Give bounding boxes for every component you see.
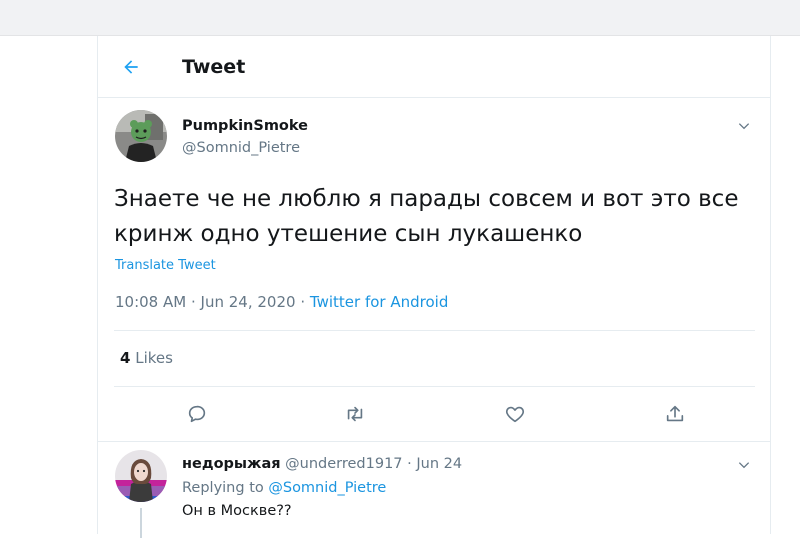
- meta-separator: ·: [407, 456, 412, 472]
- divider: [114, 330, 755, 331]
- tweet-text-line: Знаете че не люблю я парады совсем и вот…: [114, 186, 739, 212]
- chevron-down-icon: [738, 462, 750, 469]
- chevron-down-icon: [738, 123, 750, 130]
- likes-count-link[interactable]: 4 Likes: [120, 349, 173, 367]
- tweet-time[interactable]: 10:08 AM: [115, 293, 186, 311]
- reply-author-handle[interactable]: @underred1917: [285, 456, 402, 472]
- tweet-meta: 10:08 AM · Jun 24, 2020 · Twitter for An…: [115, 293, 448, 311]
- likes-count: 4: [120, 349, 131, 367]
- replying-to-mention[interactable]: @Somnid_Pietre: [268, 480, 386, 496]
- author-handle[interactable]: @Somnid_Pietre: [182, 140, 300, 156]
- share-icon: [666, 405, 684, 422]
- replying-to: Replying to @Somnid_Pietre: [182, 480, 386, 496]
- reply-button[interactable]: [183, 400, 211, 428]
- replying-to-label: Replying to: [182, 480, 264, 496]
- browser-top-bar: [0, 0, 800, 36]
- meta-separator: ·: [190, 293, 196, 311]
- tweet-text-line: кринж одно утешение сын лукашенко: [114, 221, 583, 247]
- divider: [98, 441, 770, 442]
- translate-tweet-link[interactable]: Translate Tweet: [115, 258, 216, 273]
- divider: [114, 386, 755, 387]
- meta-separator: ·: [300, 293, 306, 311]
- tweet-options-button[interactable]: [734, 116, 754, 136]
- author-name[interactable]: PumpkinSmoke: [182, 118, 308, 134]
- back-button[interactable]: [118, 54, 144, 80]
- reply-options-button[interactable]: [734, 455, 754, 475]
- tweet-column: Tweet PumpkinSmoke @Somnid_Pietre Знаете…: [97, 36, 771, 538]
- reply-header: недорыжая @underred1917 · Jun 24: [182, 456, 462, 472]
- page-header: Tweet: [98, 36, 770, 98]
- like-button[interactable]: [501, 400, 529, 428]
- page-title: Tweet: [182, 56, 246, 78]
- tweet-source-link[interactable]: Twitter for Android: [310, 293, 448, 311]
- arrow-left-icon: [124, 60, 138, 74]
- author-avatar[interactable]: [115, 110, 167, 162]
- tweet-text: Знаете че не люблю я парады совсем и вот…: [114, 182, 754, 252]
- reply-icon: [188, 405, 206, 423]
- share-button[interactable]: [661, 400, 689, 428]
- retweet-button[interactable]: [341, 400, 369, 428]
- reply-avatar[interactable]: [115, 450, 167, 502]
- likes-label: Likes: [135, 349, 173, 367]
- reply-date[interactable]: Jun 24: [416, 456, 462, 472]
- tweet-date[interactable]: Jun 24, 2020: [201, 293, 296, 311]
- like-icon: [505, 406, 525, 423]
- retweet-icon: [347, 406, 363, 422]
- reply-author-name[interactable]: недорыжая: [182, 456, 281, 472]
- reply-text: Он в Москве??: [182, 503, 292, 519]
